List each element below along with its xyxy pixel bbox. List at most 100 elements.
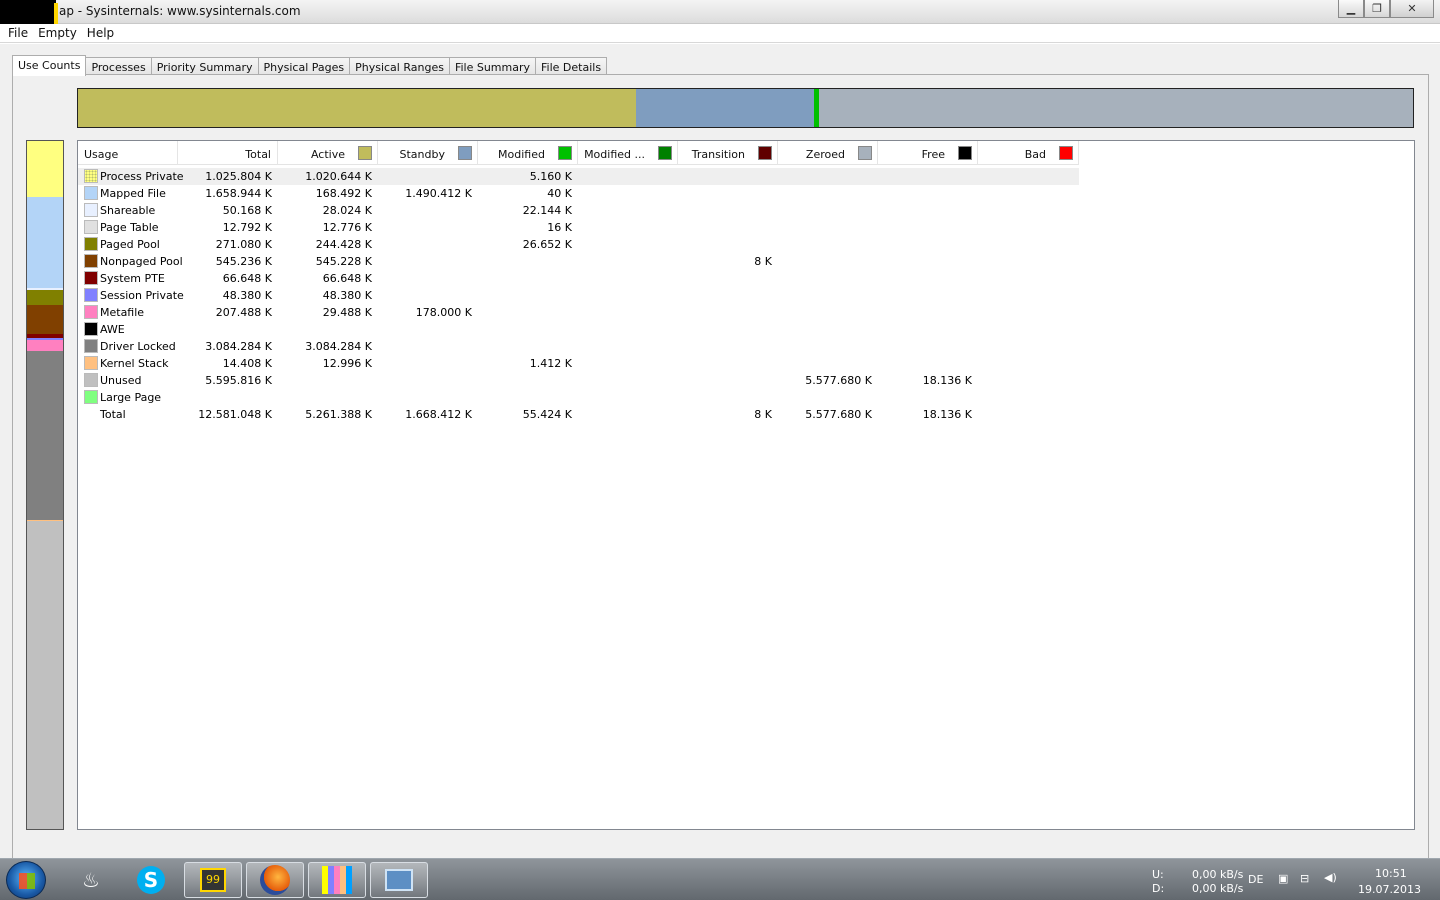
column-header-transition[interactable]: Transition [678,141,778,165]
tab-strip: Use Counts Processes Priority Summary Ph… [12,55,608,76]
row-color-swatch [84,339,98,353]
cell-zeroed: 5.577.680 K [805,374,872,387]
table-row[interactable]: Mapped File 1.658.944 K 168.492 K 1.490.412… [78,185,1079,202]
steam-icon[interactable]: ♨ [62,862,120,898]
memory-state-bar [77,88,1414,128]
firefox-icon[interactable] [246,862,304,898]
table-row[interactable]: Process Private 1.025.804 K 1.020.644 K 5.1… [78,168,1079,185]
row-usage-name: Page Table [100,221,159,234]
row-usage-name: System PTE [100,272,165,285]
table-row[interactable]: Shareable 50.168 K 28.024 K 22.144 K [78,202,1079,219]
net-down-rate: 0,00 kB/s [1192,882,1244,895]
column-header-total[interactable]: Total [178,141,278,165]
start-button[interactable] [6,861,46,899]
row-color-swatch [84,254,98,268]
rammap-icon[interactable] [308,862,366,898]
cell-active: 545.228 K [315,255,372,268]
row-color-swatch [84,373,98,387]
cell-transition: 8 K [754,255,772,268]
column-color-swatch [558,146,572,160]
column-header-zeroed[interactable]: Zeroed [778,141,878,165]
cell-total: 5.595.816 K [205,374,272,387]
system-tray: U: D: 0,00 kB/s 0,00 kB/s DE ▣ ⊟ ◀) 10:5… [1140,859,1440,900]
volume-icon[interactable]: ◀) [1324,871,1337,884]
cell-active: 244.428 K [315,238,372,251]
column-header-standby[interactable]: Standby [378,141,478,165]
table-row[interactable]: Nonpaged Pool 545.236 K 545.228 K 8 K [78,253,1079,270]
net-up-rate: 0,00 kB/s [1192,868,1244,881]
table-row[interactable]: Driver Locked 3.084.284 K 3.084.284 K [78,338,1079,355]
table-row[interactable]: AWE [78,321,1079,338]
topbar-segment-standby [636,89,814,127]
app-area: Use Counts Processes Priority Summary Ph… [0,44,1440,860]
net-down-label: D: [1152,882,1165,895]
clock-date[interactable]: 19.07.2013 [1358,883,1421,896]
window-title: ap - Sysinternals: www.sysinternals.com [59,4,301,18]
column-header-label: Modified [498,148,545,161]
skype-icon[interactable]: S [122,862,180,898]
menu-empty[interactable]: Empty [34,24,81,42]
cell-total: 1.658.944 K [205,187,272,200]
table-row[interactable]: Total 12.581.048 K 5.261.388 K 1.668.412 K 5… [78,406,1079,423]
cell-modified: 1.412 K [529,357,572,370]
menu-help[interactable]: Help [83,24,118,42]
column-header-label: Usage [84,148,119,161]
tab-use-counts[interactable]: Use Counts [12,55,87,76]
column-color-swatch [458,146,472,160]
window-controls: ▁ ❐ ✕ [1338,0,1434,18]
table-row[interactable]: Session Private 48.380 K 48.380 K [78,287,1079,304]
column-header-label: Active [310,148,345,161]
clock-time[interactable]: 10:51 [1375,867,1407,880]
cell-total: 48.380 K [222,289,272,302]
column-header-free[interactable]: Free [878,141,978,165]
row-usage-name: Large Page [100,391,162,404]
cell-total: 3.084.284 K [205,340,272,353]
column-color-swatch [658,146,672,160]
sidebar-segment-paged-pool [27,290,63,305]
maximize-button[interactable]: ❐ [1364,0,1390,18]
column-header-modified[interactable]: Modified ... [578,141,678,165]
language-indicator[interactable]: DE [1248,873,1263,886]
menu-file[interactable]: File [4,24,32,42]
table-row[interactable]: Unused 5.595.816 K 5.577.680 K 18.136 K [78,372,1079,389]
cell-active: 168.492 K [315,187,372,200]
cell-total: 12.792 K [222,221,272,234]
cell-total: 12.581.048 K [198,408,272,421]
network-meter-icon[interactable]: 99 [184,862,242,898]
column-color-swatch [1059,146,1073,160]
column-color-swatch [758,146,772,160]
table-row[interactable]: Paged Pool 271.080 K 244.428 K 26.652 K [78,236,1079,253]
close-button[interactable]: ✕ [1390,0,1434,18]
row-color-swatch [84,203,98,217]
remote-desktop-icon[interactable] [370,862,428,898]
table-row[interactable]: System PTE 66.648 K 66.648 K [78,270,1079,287]
cell-transition: 8 K [754,408,772,421]
cell-total: 50.168 K [222,204,272,217]
column-header-active[interactable]: Active [278,141,378,165]
title-bar: ap - Sysinternals: www.sysinternals.com … [0,0,1440,26]
tray-app-icon[interactable]: ▣ [1278,872,1288,885]
cell-active: 12.996 K [322,357,372,370]
table-row[interactable]: Large Page [78,389,1079,406]
taskbar: ♨ S 99 U: D: 0,00 kB/s 0,00 kB/s DE ▣ ⊟ … [0,858,1440,900]
column-header-bad[interactable]: Bad [978,141,1079,165]
row-usage-name: Kernel Stack [100,357,169,370]
column-header-label: Total [245,148,271,161]
table-row[interactable]: Metafile 207.488 K 29.488 K 178.000 K [78,304,1079,321]
column-header-modified[interactable]: Modified [478,141,578,165]
use-counts-table[interactable]: Usage Total Active Standby Modified Modified … [77,140,1415,830]
column-header-usage[interactable]: Usage [78,141,178,165]
row-color-swatch [84,322,98,336]
minimize-button[interactable]: ▁ [1338,0,1364,18]
row-usage-name: Paged Pool [100,238,160,251]
network-icon[interactable]: ⊟ [1300,872,1309,885]
cell-modified: 16 K [547,221,572,234]
column-header-label: Modified ... [584,148,645,161]
cell-active: 12.776 K [322,221,372,234]
column-color-swatch [858,146,872,160]
column-header-label: Standby [399,148,445,161]
table-row[interactable]: Page Table 12.792 K 12.776 K 16 K [78,219,1079,236]
cell-total: 66.648 K [222,272,272,285]
cell-standby: 1.668.412 K [405,408,472,421]
table-row[interactable]: Kernel Stack 14.408 K 12.996 K 1.412 K [78,355,1079,372]
